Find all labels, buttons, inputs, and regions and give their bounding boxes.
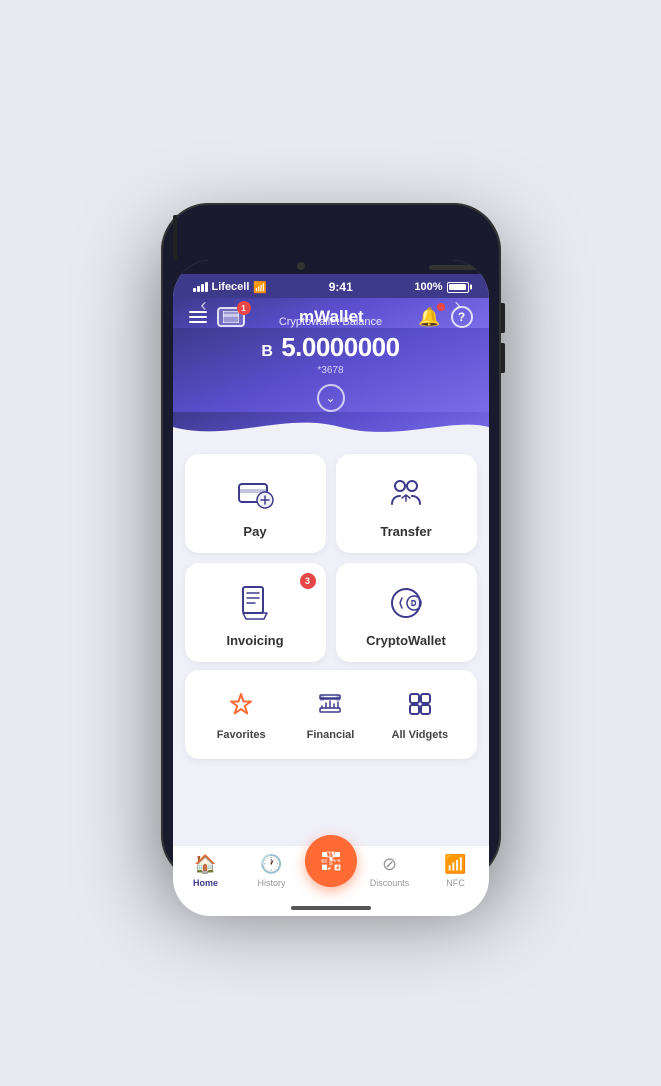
balance-section: ‹ › Cryptowallet Balance B 5.0000000 *36…	[173, 328, 489, 412]
battery-fill	[449, 284, 466, 290]
balance-amount: B 5.0000000	[193, 332, 469, 363]
discounts-label: Discounts	[370, 878, 410, 888]
carrier-label: Lifecell	[212, 281, 250, 293]
nav-history[interactable]: 🕐 History	[239, 854, 305, 888]
cryptowallet-icon	[384, 581, 428, 625]
account-number: *3678	[193, 365, 469, 376]
pay-card[interactable]: Pay	[185, 454, 326, 553]
status-time: 9:41	[329, 280, 353, 294]
home-indicator-bar	[173, 898, 489, 916]
main-content: Pay Transfer	[173, 442, 489, 845]
volume-down-button[interactable]	[501, 343, 505, 373]
invoicing-card[interactable]: 3 Invoicing	[185, 563, 326, 662]
power-button[interactable]	[173, 215, 177, 260]
nav-nfc[interactable]: 📶 NFC	[423, 854, 489, 888]
history-icon: 🕐	[260, 854, 282, 875]
phone-top-bar	[173, 260, 489, 274]
all-vidgets-label: All Vidgets	[392, 729, 449, 741]
bottom-nav: 🏠 Home 🕐 History ⊘ Discounts 📶	[173, 845, 489, 898]
prev-wallet-button[interactable]: ‹	[201, 295, 207, 316]
cryptowallet-card[interactable]: CryptoWallet	[336, 563, 477, 662]
nfc-icon: 📶	[444, 854, 466, 875]
favorites-widget[interactable]: Favorites	[197, 678, 286, 749]
speaker	[429, 265, 489, 270]
financial-widget[interactable]: Financial	[286, 678, 375, 749]
nav-home[interactable]: 🏠 Home	[173, 854, 239, 888]
financial-icon	[316, 690, 344, 723]
favorites-label: Favorites	[217, 729, 266, 741]
transfer-icon	[384, 472, 428, 516]
balance-label: Cryptowallet Balance	[193, 316, 469, 328]
pay-icon	[233, 472, 277, 516]
cryptowallet-label: CryptoWallet	[366, 633, 446, 648]
wave-divider	[173, 412, 489, 442]
financial-label: Financial	[307, 729, 355, 741]
home-icon: 🏠	[194, 854, 216, 875]
scan-button[interactable]	[305, 835, 357, 887]
phone-screen: Lifecell 📶 9:41 100%	[173, 260, 489, 916]
battery-label: 100%	[414, 281, 442, 293]
pay-label: Pay	[243, 524, 266, 539]
nfc-label: NFC	[446, 878, 465, 888]
all-vidgets-widget[interactable]: All Vidgets	[375, 678, 464, 749]
wifi-icon: 📶	[253, 281, 267, 294]
history-label: History	[257, 878, 285, 888]
camera-dot	[297, 262, 305, 270]
transfer-card[interactable]: Transfer	[336, 454, 477, 553]
signal-icon	[193, 282, 208, 292]
invoicing-badge: 3	[300, 573, 316, 589]
next-wallet-button[interactable]: ›	[455, 295, 461, 316]
status-right: 100%	[414, 281, 468, 293]
expand-button[interactable]: ⌄	[317, 384, 345, 412]
widget-row: Favorites Financial	[185, 670, 477, 759]
action-grid: Pay Transfer	[173, 442, 489, 670]
chevron-down-area: ⌄	[193, 376, 469, 412]
invoicing-icon	[233, 581, 277, 625]
nav-discounts[interactable]: ⊘ Discounts	[357, 854, 423, 888]
all-vidgets-icon	[406, 690, 434, 723]
battery-icon	[447, 282, 469, 293]
scan-icon	[319, 849, 343, 873]
invoicing-label: Invoicing	[226, 633, 283, 648]
phone-frame: Lifecell 📶 9:41 100%	[161, 203, 501, 883]
transfer-label: Transfer	[380, 524, 431, 539]
volume-up-button[interactable]	[501, 303, 505, 333]
favorites-icon	[227, 690, 255, 723]
home-indicator	[291, 906, 371, 910]
home-label: Home	[193, 878, 218, 888]
currency-symbol: B	[261, 343, 272, 360]
status-left: Lifecell 📶	[193, 281, 268, 294]
balance-value: 5.0000000	[281, 332, 399, 362]
balance-nav: ‹ ›	[193, 295, 469, 316]
discounts-icon: ⊘	[382, 854, 397, 875]
